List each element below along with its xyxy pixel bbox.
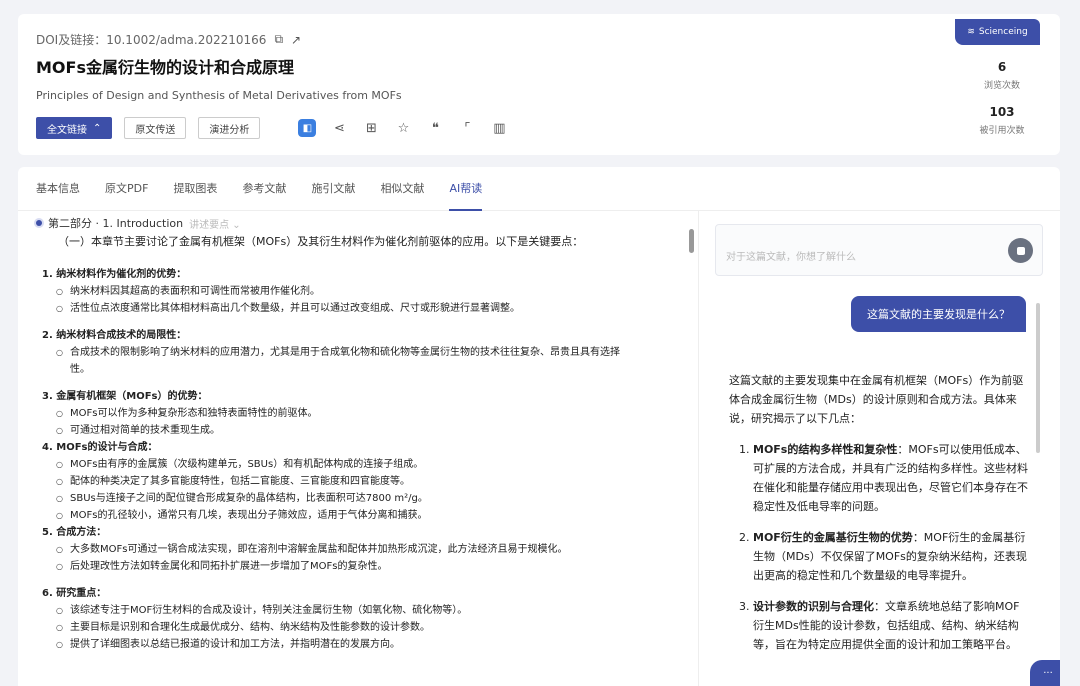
answer-item-body: MOFs的结构多样性和复杂性：MOFs可以使用低成本、可扩展的方法合成，并具有广… [753,440,1029,516]
tab-ai-reader[interactable]: AI帮读 [449,167,482,211]
article-title: MOFs金属衍生物的设计和合成原理 [36,58,294,77]
point-bullet: SBUs与连接子之间的配位键合形成复杂的晶体结构，比表面积可达7800 m²/g… [42,490,692,507]
question-placeholder: 对于这篇文献，你想了解什么 [726,252,856,263]
section-heading: 第二部分 · 1. Introduction 讲述要点 ⌄ [36,215,241,231]
translate-icon[interactable]: ◧ [298,119,317,137]
hint-label: 讲述要点 [189,219,230,231]
point-bullet: 可通过相对简单的技术重现生成。 [42,422,692,439]
fulltext-link-button[interactable]: 全文链接 ⌃ [36,117,113,139]
right-scrollbar[interactable] [1036,303,1040,453]
tab-basic-info[interactable]: 基本信息 [36,167,80,211]
point-title: 2. 纳米材料合成技术的局限性： [42,330,187,341]
star-icon[interactable]: ☆ [394,119,412,137]
point-group: 4. MOFs的设计与合成： MOFs由有序的金属簇（次级构建单元，SBUs）和… [42,439,692,524]
point-bullet: 大多数MOFs可通过一锅合成法实现，即在溶剂中溶解金属盐和配体并加热形成沉淀，此… [42,541,692,558]
chevron-up-icon: ⌃ [93,122,102,134]
external-link-icon[interactable]: ↗ [291,33,301,47]
point-bullet: 纳米材料因其超高的表面积和可调性而常被用作催化剂。 [42,283,692,300]
point-bullet: MOFs由有序的金属簇（次级构建单元，SBUs）和有机配体构成的连接子组成。 [42,456,692,473]
section-hint[interactable]: 讲述要点 ⌄ [189,216,241,231]
point-bullet: 合成技术的限制影响了纳米材料的应用潜力，尤其是用于合成氧化物和硫化物等金属衍生物… [42,344,692,361]
answer-intro: 这篇文献的主要发现集中在金属有机框架（MOFs）作为前驱体合成金属衍生物（MDs… [729,374,1024,425]
copy-icon[interactable]: ⧉ [274,32,283,47]
left-scrollbar[interactable] [689,229,694,253]
answer-item: 1. MOFs的结构多样性和复杂性：MOFs可以使用低成本、可扩展的方法合成，并… [729,440,1029,516]
evolution-analysis-button[interactable]: 演进分析 [198,117,261,139]
tab-figures[interactable]: 提取图表 [173,167,217,211]
tab-references[interactable]: 参考文献 [242,167,286,211]
answer-item-number: 1. [739,443,750,456]
answer-item-number: 2. [739,531,750,544]
tab-pdf[interactable]: 原文PDF [105,167,148,211]
tab-bar: 基本信息 原文PDF 提取图表 参考文献 施引文献 相似文献 AI帮读 [18,167,1060,211]
fulltext-label: 全文链接 [47,124,87,136]
point-title: 6. 研究重点： [42,588,107,599]
point-title: 3. 金属有机框架（MOFs）的优势： [42,391,208,402]
section-dot-icon [36,220,42,226]
original-delivery-button[interactable]: 原文传送 [124,117,187,139]
tab-citing[interactable]: 施引文献 [311,167,355,211]
logo-icon: ≋ [967,27,975,37]
key-points: 1. 纳米材料作为催化剂的优势： 纳米材料因其超高的表面积和可调性而常被用作催化… [42,266,692,663]
point-bullet: 该综述专注于MOF衍生材料的合成及设计，特别关注金属衍生物（如氧化物、硫化物等）… [42,602,692,619]
citation-icon[interactable]: ❝ [426,119,444,137]
point-group: 5. 合成方法： 大多数MOFs可通过一锅合成法实现，即在溶剂中溶解金属盐和配体… [42,524,692,575]
doi-row: DOI及链接：10.1002/adma.202210166 ⧉ ↗ [36,31,301,48]
answer-item-body: 设计参数的识别与合理化：文章系统地总结了影响MOF衍生MDs性能的设计参数，包括… [753,597,1029,654]
point-bullet: 提供了详细图表以总结已报道的设计和加工方法，并指明潜在的发展方向。 [42,636,692,653]
badge-label: Scienceing [978,27,1028,37]
fullscreen-icon[interactable]: ⌜ [458,119,476,137]
citations-count: 103 [989,105,1015,119]
point-group: 2. 纳米材料合成技术的局限性： 合成技术的限制影响了纳米材料的应用潜力，尤其是… [42,327,692,378]
answer-item: 2. MOF衍生的金属基衍生物的优势：MOF衍生的金属基衍生物（MDs）不仅保留… [729,528,1029,585]
answer-item-title: 设计参数的识别与合理化 [753,600,874,613]
point-group: 6. 研究重点： 该综述专注于MOF衍生材料的合成及设计，特别关注金属衍生物（如… [42,585,692,653]
section-title: 第二部分 · 1. Introduction [48,217,184,230]
views-count: 6 [997,60,1007,74]
user-question-bubble: 这篇文献的主要发现是什么？ [851,296,1026,332]
summary-panel: 第二部分 · 1. Introduction 讲述要点 ⌄ （一）本章节主要讨论… [18,211,698,686]
point-title: 5. 合成方法： [42,527,107,538]
point-bullet: 后处理改性方法如转金属化和同拓扑扩展进一步增加了MOFs的复杂性。 [42,558,692,575]
tab-similar[interactable]: 相似文献 [380,167,424,211]
point-title: 4. MOFs的设计与合成： [42,442,158,453]
point-group: 1. 纳米材料作为催化剂的优势： 纳米材料因其超高的表面积和可调性而常被用作催化… [42,266,692,317]
tool-icons: ◧ ⋖ ⊞ ☆ ❝ ⌜ ▥ [298,119,508,137]
answer-item: 3. 设计参数的识别与合理化：文章系统地总结了影响MOF衍生MDs性能的设计参数… [729,597,1029,654]
doi-text: DOI及链接：10.1002/adma.202210166 [36,33,267,47]
add-folder-icon[interactable]: ⊞ [362,119,380,137]
action-bar: 全文链接 ⌃ 原文传送 演进分析 ◧ ⋖ ⊞ ☆ ❝ ⌜ ▥ [36,117,508,139]
point-title: 1. 纳米材料作为催化剂的优势： [42,269,187,280]
point-group: 3. 金属有机框架（MOFs）的优势： MOFs可以作为多种复杂形态和独特表面特… [42,388,692,439]
article-subtitle: Principles of Design and Synthesis of Me… [36,89,402,102]
point-bullet: MOFs的孔径较小，通常只有几埃，表现出分子筛效应，适用于气体分离和捕获。 [42,507,692,524]
views-label: 浏览次数 [983,81,1020,91]
answer-item-number: 3. [739,600,750,613]
stop-button[interactable] [1008,238,1033,263]
answer-item-title: MOF衍生的金属基衍生物的优势 [753,531,913,544]
stop-icon [1016,246,1025,255]
point-bullet-continued: 性。 [70,364,90,375]
section-intro: （一）本章节主要讨论了金属有机框架（MOFs）及其衍生材料作为催化剂前驱体的应用… [58,235,584,248]
ai-answer: 这篇文献的主要发现集中在金属有机框架（MOFs）作为前驱体合成金属衍生物（MDs… [729,371,1029,654]
article-header-card: ≋ Scienceing DOI及链接：10.1002/adma.2022101… [18,14,1060,155]
answer-item-title: MOFs的结构多样性和复杂性 [753,443,898,456]
stats-panel: 6 浏览次数 103 被引用次数 [972,60,1032,150]
point-bullet: 活性位点浓度通常比其体相材料高出几个数量级，并且可以通过改变组成、尺寸或形貌进行… [42,300,692,317]
reader-icon[interactable]: ▥ [490,119,508,137]
answer-item-body: MOF衍生的金属基衍生物的优势：MOF衍生的金属基衍生物（MDs）不仅保留了MO… [753,528,1029,585]
point-bullet: 配体的种类决定了其多官能度特性，包括二官能度、三官能度和四官能度等。 [42,473,692,490]
point-bullet: MOFs可以作为多种复杂形态和独特表面特性的前驱体。 [42,405,692,422]
share-icon[interactable]: ⋖ [330,119,348,137]
ai-chat-panel: 对于这篇文献，你想了解什么 这篇文献的主要发现是什么？ 这篇文献的主要发现集中在… [698,211,1060,686]
citations-label: 被引用次数 [979,126,1025,136]
chat-bubble-icon[interactable]: ··· [1030,660,1060,686]
question-input[interactable]: 对于这篇文献，你想了解什么 [715,224,1043,276]
scienceing-badge[interactable]: ≋ Scienceing [955,19,1040,45]
point-bullet: 主要目标是识别和合理化生成最优成分、结构、纳米结构及性能参数的设计参数。 [42,619,692,636]
